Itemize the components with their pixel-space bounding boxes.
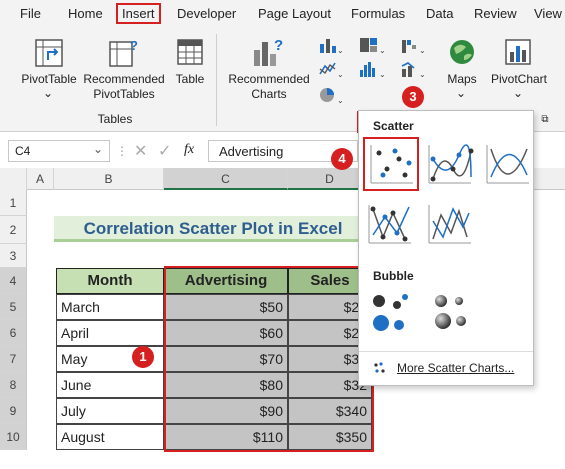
- pivottable-icon[interactable]: [34, 38, 64, 71]
- menu-page-layout[interactable]: Page Layout: [258, 6, 331, 21]
- menu-review[interactable]: Review: [474, 6, 517, 21]
- more-scatter-charts-link[interactable]: More Scatter Charts...: [397, 361, 514, 375]
- svg-text:⌄: ⌄: [337, 96, 342, 104]
- maps-button[interactable]: Maps: [440, 72, 484, 87]
- column-header-b[interactable]: B: [54, 168, 164, 190]
- insert-function-button[interactable]: fx: [184, 142, 194, 158]
- month-cell[interactable]: June: [56, 372, 164, 398]
- dialog-launcher-icon[interactable]: ⧉: [538, 112, 552, 127]
- pivotchart-button[interactable]: PivotChart: [484, 72, 554, 87]
- group-separator: [216, 34, 217, 126]
- maps-dropdown-icon[interactable]: ⌄: [455, 86, 467, 101]
- svg-text:?: ?: [130, 38, 138, 53]
- menu-data[interactable]: Data: [426, 6, 453, 21]
- column-header-a[interactable]: A: [27, 168, 54, 190]
- bubble-heading: Bubble: [373, 269, 414, 283]
- row-header-8[interactable]: 8: [0, 372, 27, 398]
- recommended-charts-icon[interactable]: ?: [252, 36, 286, 71]
- row-header-9[interactable]: 9: [0, 398, 27, 424]
- recommended-charts-label-2[interactable]: Charts: [226, 87, 312, 102]
- row-header-2[interactable]: 2: [0, 216, 27, 244]
- select-all-corner[interactable]: [0, 168, 27, 190]
- menu-home[interactable]: Home: [68, 6, 103, 21]
- svg-text:?: ?: [274, 37, 283, 54]
- month-cell-text: March: [61, 299, 100, 315]
- month-cell-text: April: [61, 325, 90, 341]
- tables-group-label: Tables: [97, 112, 133, 126]
- month-cell-text: July: [61, 403, 86, 419]
- menu-developer[interactable]: Developer: [177, 6, 236, 21]
- recommended-pivottables-label-1[interactable]: Recommended: [82, 72, 166, 87]
- statistic-chart-icon[interactable]: ⌄: [358, 60, 386, 81]
- scatter-option-markers[interactable]: [363, 137, 419, 191]
- header-cell-month[interactable]: Month: [56, 268, 164, 294]
- svg-text:⌄: ⌄: [419, 70, 426, 78]
- name-box[interactable]: C4 ⌄: [8, 140, 110, 162]
- cancel-icon[interactable]: ✕: [134, 141, 147, 161]
- row-header-4[interactable]: 4: [0, 268, 27, 294]
- pivottable-button[interactable]: PivotTable: [18, 72, 80, 87]
- step-badge-3: 3: [402, 86, 424, 108]
- svg-text:⌄: ⌄: [337, 46, 342, 54]
- table-icon[interactable]: [176, 38, 204, 69]
- scatter-option-straight-lines-markers[interactable]: [363, 199, 419, 253]
- menu-file[interactable]: File: [20, 6, 41, 21]
- menu-insert[interactable]: Insert: [116, 3, 161, 24]
- svg-text:⌄: ⌄: [419, 46, 426, 54]
- pie-chart-icon[interactable]: ⌄: [318, 86, 344, 107]
- sheet-title[interactable]: Correlation Scatter Plot in Excel: [54, 216, 372, 242]
- column-header-c[interactable]: C: [164, 168, 288, 190]
- header-month-text: Month: [87, 272, 133, 289]
- formula-input-value: Advertising: [219, 144, 284, 159]
- name-box-value: C4: [15, 144, 31, 158]
- svg-text:⌄: ⌄: [379, 70, 384, 78]
- recommended-charts-label-1[interactable]: Recommended: [226, 72, 312, 87]
- scatter-dropdown: Scatter Bubble More Scatter Charts...: [358, 110, 534, 386]
- row-header-3[interactable]: 3: [0, 244, 27, 268]
- chevron-down-icon[interactable]: ⌄: [93, 142, 103, 156]
- scatter-heading: Scatter: [373, 119, 414, 133]
- menu-bar: File Home Insert Developer Page Layout F…: [0, 0, 565, 28]
- month-cell[interactable]: April: [56, 320, 164, 346]
- svg-text:⌄: ⌄: [337, 70, 342, 78]
- menu-formulas[interactable]: Formulas: [351, 6, 405, 21]
- table-button[interactable]: Table: [170, 72, 210, 87]
- pivottable-dropdown-icon[interactable]: ⌄: [42, 86, 54, 101]
- month-cell[interactable]: July: [56, 398, 164, 424]
- month-cell-text: June: [61, 377, 92, 393]
- combo-chart-icon[interactable]: ⌄: [400, 60, 426, 81]
- bubble-3d-option[interactable]: [423, 287, 479, 341]
- row-header-1[interactable]: 1: [0, 190, 27, 216]
- more-scatter-icon: [373, 361, 387, 378]
- month-cell[interactable]: August: [56, 424, 164, 450]
- pivotchart-dropdown-icon[interactable]: ⌄: [512, 86, 524, 101]
- confirm-icon[interactable]: ✓: [158, 141, 171, 161]
- line-chart-icon[interactable]: ⌄: [318, 60, 344, 81]
- svg-text:⌄: ⌄: [379, 46, 384, 54]
- column-chart-icon[interactable]: ⌄: [318, 36, 344, 57]
- menu-view[interactable]: View: [534, 6, 562, 21]
- month-cell[interactable]: March: [56, 294, 164, 320]
- dropdown-divider: [359, 351, 533, 352]
- more-options-icon[interactable]: ⋮: [116, 144, 128, 158]
- row-header-10[interactable]: 10: [0, 424, 27, 450]
- pivotchart-icon[interactable]: [504, 38, 534, 69]
- globe-icon[interactable]: [448, 38, 476, 69]
- row-header-5[interactable]: 5: [0, 294, 27, 320]
- scatter-option-smooth-lines-markers[interactable]: [423, 139, 479, 193]
- scatter-option-smooth-lines[interactable]: [481, 139, 537, 193]
- recommended-pivottables-icon[interactable]: ?: [108, 38, 140, 71]
- waterfall-chart-icon[interactable]: ⌄: [400, 36, 426, 57]
- hierarchy-chart-icon[interactable]: ⌄: [358, 36, 386, 57]
- row-header-6[interactable]: 6: [0, 320, 27, 346]
- month-cell-text: August: [61, 429, 105, 445]
- scatter-option-straight-lines[interactable]: [423, 199, 479, 253]
- bubble-option[interactable]: [363, 287, 419, 341]
- step-badge-4: 4: [331, 148, 353, 170]
- recommended-pivottables-label-2[interactable]: PivotTables: [82, 87, 166, 102]
- selected-range-outline: [164, 266, 374, 452]
- row-header-7[interactable]: 7: [0, 346, 27, 372]
- step-badge-1: 1: [132, 346, 154, 368]
